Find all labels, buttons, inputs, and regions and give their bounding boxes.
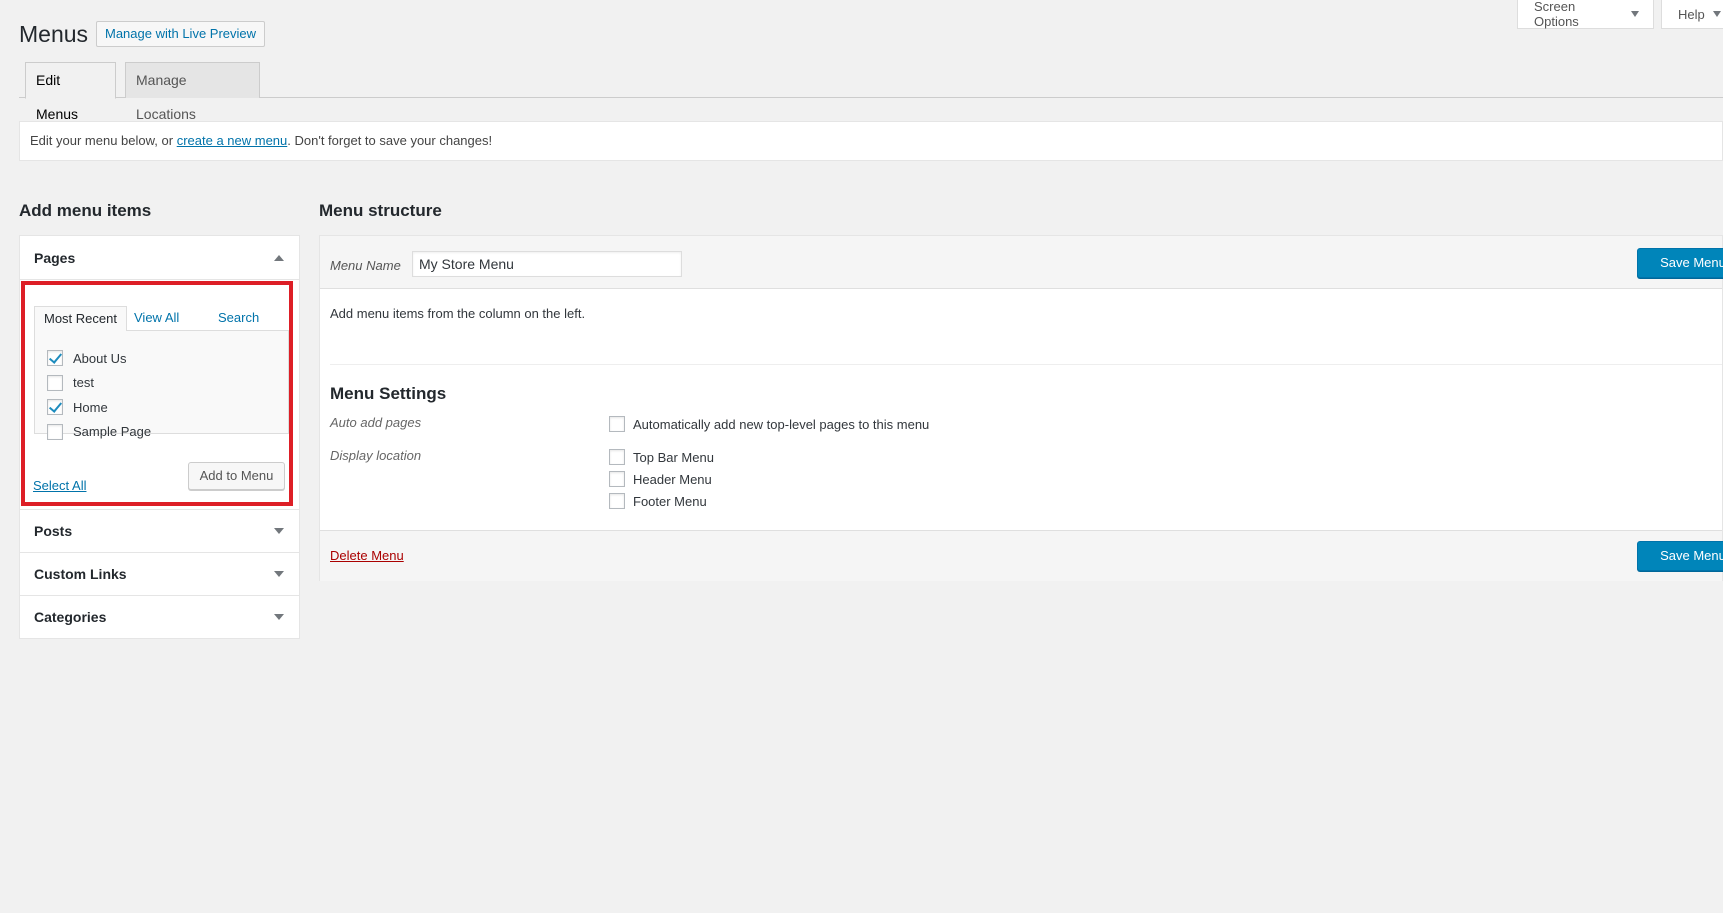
page-label: Home — [73, 399, 108, 415]
screen-options-button[interactable]: Screen Options — [1517, 0, 1654, 29]
create-new-menu-link[interactable]: create a new menu — [177, 133, 288, 148]
location-label: Footer Menu — [633, 493, 707, 509]
divider — [330, 364, 1722, 365]
menu-structure-title: Menu structure — [319, 201, 442, 220]
select-all-link[interactable]: Select All — [33, 478, 86, 493]
auto-add-label: Auto add pages — [330, 415, 422, 430]
accordion-pages-label: Pages — [34, 249, 76, 266]
checkbox-test[interactable] — [47, 374, 63, 391]
page-label: Sample Page — [73, 424, 152, 440]
pages-sub-tabs: Most Recent View All Search — [34, 306, 289, 332]
notice-prefix: Edit your menu below, or — [30, 133, 177, 148]
menu-structure-panel: Menu Name My Store Menu Save Menu Add me… — [319, 235, 1723, 581]
arrow-up-icon — [274, 254, 284, 261]
menu-hint: Add menu items from the column on the le… — [330, 306, 586, 321]
nav-tabs: Edit Menus Manage Locations — [19, 62, 1723, 122]
accordion-posts[interactable]: Posts — [20, 509, 299, 552]
menu-header: Menu Name My Store Menu Save Menu — [320, 236, 1723, 289]
live-preview-button[interactable]: Manage with Live Preview — [96, 21, 266, 47]
page-label: About Us — [73, 350, 127, 366]
arrow-down-icon — [274, 614, 284, 620]
location-label: Top Bar Menu — [633, 449, 714, 465]
accordion-pages[interactable]: Pages — [20, 236, 299, 279]
auto-add-option[interactable]: Automatically add new top-level pages to… — [609, 416, 929, 432]
list-item[interactable]: Home — [47, 395, 288, 420]
menu-settings-title: Menu Settings — [330, 384, 447, 403]
list-item[interactable]: test — [47, 371, 288, 396]
add-items-accordion: Pages Most Recent View All Search About … — [19, 235, 300, 639]
notice-suffix: . Don't forget to save your changes! — [287, 133, 493, 148]
tab-most-recent[interactable]: Most Recent — [34, 306, 127, 332]
accordion-custom-links[interactable]: Custom Links — [20, 552, 299, 595]
screen-options-label: Screen Options — [1534, 0, 1579, 29]
location-label: Header Menu — [633, 471, 712, 487]
help-label: Help — [1678, 6, 1705, 22]
accordion-custom-links-label: Custom Links — [34, 566, 127, 582]
accordion-categories[interactable]: Categories — [20, 595, 299, 638]
add-menu-items-title: Add menu items — [19, 201, 152, 220]
list-item[interactable]: Sample Page — [47, 420, 288, 445]
notice-bar: Edit your menu below, or create a new me… — [19, 121, 1723, 161]
page-title: Menus — [19, 21, 89, 47]
display-location-label: Display location — [330, 448, 422, 463]
auto-add-option-label: Automatically add new top-level pages to… — [633, 416, 930, 432]
arrow-down-icon — [274, 528, 284, 534]
checkbox-footer-menu[interactable] — [609, 493, 625, 509]
list-item[interactable]: About Us — [47, 346, 288, 371]
caret-down-icon — [1712, 11, 1721, 17]
pages-panel: Most Recent View All Search About Us tes… — [20, 279, 299, 509]
checkbox-header-menu[interactable] — [609, 471, 625, 487]
menu-footer: Delete Menu Save Menu — [320, 530, 1723, 581]
tab-edit-menus[interactable]: Edit Menus — [25, 62, 116, 122]
checkbox-auto-add[interactable] — [609, 416, 625, 432]
tab-manage-locations[interactable]: Manage Locations — [125, 62, 260, 122]
checkbox-top-bar-menu[interactable] — [609, 449, 625, 465]
tab-search[interactable]: Search — [218, 306, 259, 331]
delete-menu-link[interactable]: Delete Menu — [330, 548, 404, 563]
help-button[interactable]: Help — [1661, 0, 1723, 29]
accordion-categories-label: Categories — [34, 609, 107, 625]
arrow-down-icon — [274, 571, 284, 577]
caret-down-icon — [1631, 11, 1639, 17]
save-menu-button-bottom[interactable]: Save Menu — [1637, 541, 1723, 571]
menu-name-input[interactable]: My Store Menu — [412, 251, 682, 277]
checkbox-about-us[interactable] — [47, 350, 63, 367]
location-option[interactable]: Top Bar Menu — [609, 449, 714, 465]
page-label: test — [73, 375, 94, 391]
page-checklist: About Us test Home Sample Page — [34, 331, 289, 440]
location-option[interactable]: Footer Menu — [609, 493, 707, 509]
checkbox-home[interactable] — [47, 399, 63, 416]
tab-view-all[interactable]: View All — [134, 306, 179, 331]
checkbox-sample-page[interactable] — [47, 423, 63, 440]
save-menu-button[interactable]: Save Menu — [1637, 248, 1723, 278]
location-option[interactable]: Header Menu — [609, 471, 712, 487]
add-to-menu-button[interactable]: Add to Menu — [188, 462, 285, 490]
menu-name-label: Menu Name — [330, 258, 401, 273]
accordion-posts-label: Posts — [34, 523, 73, 539]
